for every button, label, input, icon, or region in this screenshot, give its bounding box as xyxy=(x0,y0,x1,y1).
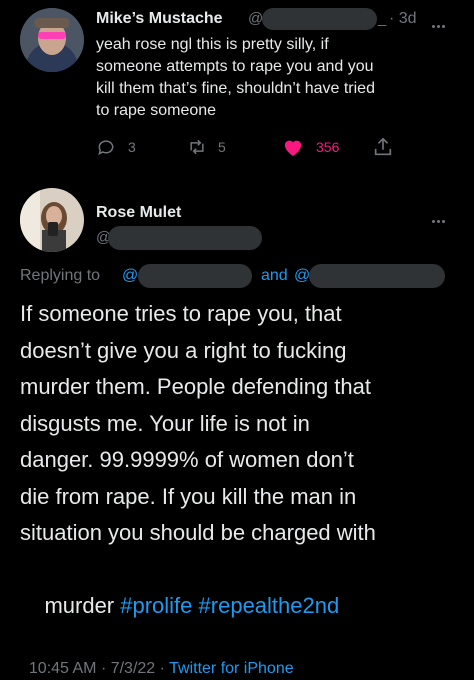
replying-to-label: Replying to xyxy=(20,267,101,284)
redacted-mention-1 xyxy=(138,264,252,288)
more-options-icon[interactable] xyxy=(430,15,445,33)
text-line: situation you should be charged with xyxy=(20,520,376,545)
text-segment: murder xyxy=(44,593,121,618)
tweet-timestamp[interactable]: 10:45 AM · 7/3/22 · xyxy=(29,660,165,677)
replying-to-mention-1[interactable]: @ xyxy=(122,265,138,287)
replying-to-line: Replying to xyxy=(20,265,100,287)
redacted-handle xyxy=(108,226,262,250)
text-line: yeah rose ngl this is pretty silly, if xyxy=(96,36,329,53)
hashtag-prolife[interactable]: #prolife xyxy=(120,593,192,618)
text-line: kill them that’s fine, shouldn’t have tr… xyxy=(96,80,375,97)
replying-to-mention-2[interactable]: @ xyxy=(294,265,310,287)
share-button[interactable] xyxy=(372,136,394,163)
text-line: disgusts me. Your life is not in xyxy=(20,410,310,436)
replying-to-and: and xyxy=(261,267,288,284)
main-tweet-text: If someone tries to rape you, that doesn… xyxy=(20,296,465,661)
reply-count: 3 xyxy=(128,139,136,155)
author-handle-prefix[interactable]: @ xyxy=(248,10,263,27)
text-line: murder them. People defending that xyxy=(20,374,372,399)
text-line: die from rape. If you kill the man in xyxy=(20,483,357,509)
retweet-button[interactable]: 5 xyxy=(186,137,226,157)
author-handle-suffix: _ xyxy=(378,10,387,27)
like-button[interactable]: 356 xyxy=(282,137,339,157)
retweet-icon xyxy=(190,139,204,155)
text-line: someone attempts to rape you and you xyxy=(96,58,374,75)
text-line: If someone tries to rape you, that xyxy=(20,301,342,326)
reply-icon xyxy=(98,140,114,156)
text-line: to rape someone xyxy=(96,102,217,119)
redacted-handle xyxy=(262,8,377,30)
text-line: doesn’t give you a right to fucking xyxy=(20,337,347,363)
heart-icon xyxy=(284,140,302,157)
avatar-rose[interactable] xyxy=(20,188,84,252)
more-options-icon[interactable] xyxy=(430,210,445,228)
author-name[interactable]: Mike’s Mustache xyxy=(96,10,223,28)
share-icon xyxy=(374,137,392,156)
reply-button[interactable]: 3 xyxy=(96,137,136,157)
tweet-meta: 10:45 AM · 7/3/22 · Twitter for iPhone xyxy=(20,642,294,678)
hashtag-repealthe2nd[interactable]: #repealthe2nd xyxy=(199,593,340,618)
retweet-count: 5 xyxy=(218,139,226,155)
like-count: 356 xyxy=(316,139,340,155)
tweet-time[interactable]: · 3d xyxy=(389,10,417,28)
avatar-mike[interactable] xyxy=(20,8,84,72)
tweet-source[interactable]: Twitter for iPhone xyxy=(169,660,294,677)
text-line: danger. 99.9999% of women don’t xyxy=(20,447,354,472)
author-name[interactable]: Rose Mulet xyxy=(96,204,181,222)
reply-tweet-text: yeah rose ngl this is pretty silly, if s… xyxy=(96,34,466,122)
redacted-mention-2 xyxy=(309,264,445,288)
